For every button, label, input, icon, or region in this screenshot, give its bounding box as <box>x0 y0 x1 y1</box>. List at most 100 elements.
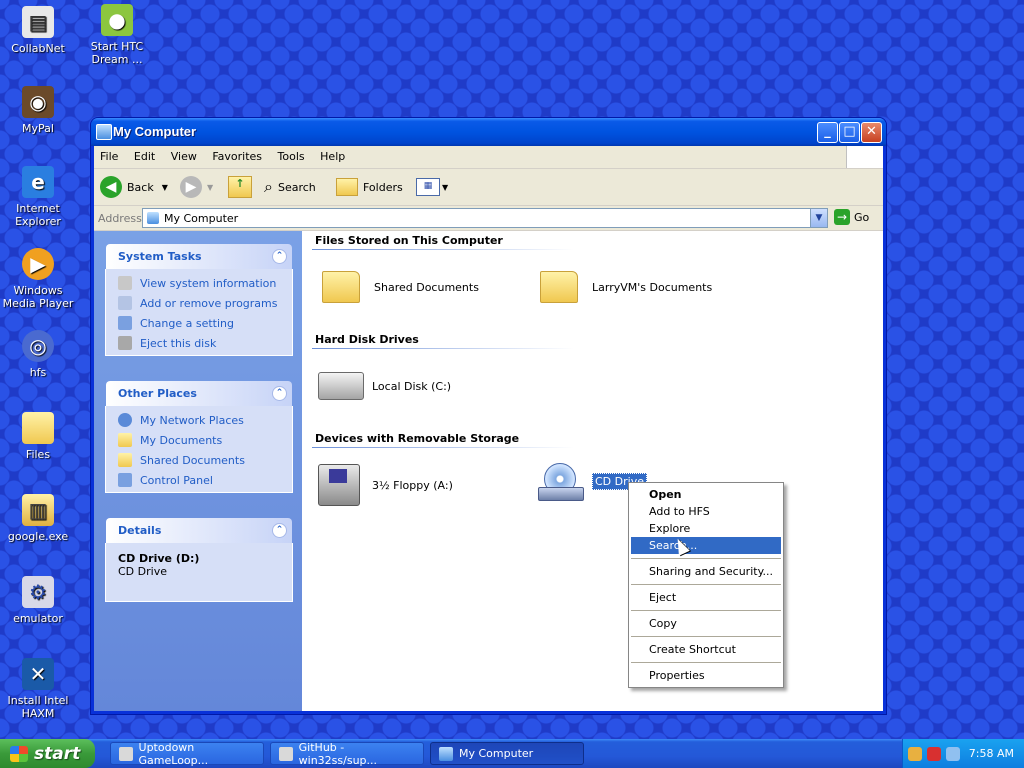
desktop-icon-internet-explorer[interactable]: e Internet Explorer <box>0 166 76 228</box>
task-view-system-information[interactable]: View system information <box>106 273 292 293</box>
desktop-icon-hfs[interactable]: ◎ hfs <box>0 330 76 379</box>
item-shared-documents[interactable]: Shared Documents <box>322 271 479 303</box>
menu-item-add-to-hfs[interactable]: Add to HFS <box>631 503 781 520</box>
address-input[interactable]: My Computer ▼ <box>142 208 828 228</box>
other-places-header[interactable]: Other Places ⌃ <box>106 381 292 406</box>
menu-item-create-shortcut[interactable]: Create Shortcut <box>631 641 781 658</box>
back-dropdown-icon[interactable]: ▼ <box>162 183 168 192</box>
address-bar: Address My Computer ▼ → Go <box>94 206 883 231</box>
minimize-button[interactable]: _ <box>817 122 838 143</box>
menu-bar: File Edit View Favorites Tools Help <box>94 146 883 169</box>
menu-favorites[interactable]: Favorites <box>206 146 268 163</box>
menu-view[interactable]: View <box>165 146 203 163</box>
desktop-icon-label: MyPal <box>22 122 54 135</box>
taskbar-button-uptodown[interactable]: Uptodown GameLoop... <box>110 740 264 767</box>
desktop-icon-mypal[interactable]: ◉ MyPal <box>0 86 76 135</box>
tray-app-icon[interactable] <box>907 746 922 761</box>
task-eject-disk[interactable]: Eject this disk <box>106 333 292 353</box>
place-control-panel[interactable]: Control Panel <box>106 470 292 490</box>
taskbar-button-my-computer[interactable]: My Computer <box>430 742 584 765</box>
content-pane: Files Stored on This Computer Shared Doc… <box>302 231 883 711</box>
item-label: 3½ Floppy (A:) <box>372 478 453 492</box>
hfs-icon: ◎ <box>22 330 54 362</box>
desktop-icon-collabnet[interactable]: ▤ CollabNet <box>0 6 76 55</box>
desktop-icon-label: google.exe <box>7 530 69 543</box>
item-larryvm-documents[interactable]: LarryVM's Documents <box>540 271 712 303</box>
menu-help[interactable]: Help <box>314 146 351 163</box>
app-icon <box>119 746 133 761</box>
item-label: Local Disk (C:) <box>372 379 452 393</box>
collapse-chevron-icon[interactable]: ⌃ <box>272 523 287 538</box>
task-add-remove-programs[interactable]: Add or remove programs <box>106 293 292 313</box>
system-tasks-title: System Tasks <box>118 250 202 263</box>
task-label: Change a setting <box>140 316 234 330</box>
place-my-network-places[interactable]: My Network Places <box>106 410 292 430</box>
desktop-icon-label: Windows Media Player <box>2 284 74 310</box>
details-title: Details <box>118 524 162 537</box>
up-folder-icon: ↑ <box>228 176 252 198</box>
menu-item-copy[interactable]: Copy <box>631 615 781 632</box>
menu-separator <box>631 558 781 559</box>
forward-dropdown-icon: ▼ <box>207 182 214 192</box>
menu-item-eject[interactable]: Eject <box>631 589 781 606</box>
desktop-icon-google-exe[interactable]: ▥ google.exe <box>0 494 76 543</box>
item-floppy-a[interactable]: 3½ Floppy (A:) <box>318 464 453 506</box>
details-panel: Details ⌃ CD Drive (D:) CD Drive <box>105 518 293 602</box>
clock: 7:58 AM <box>968 747 1014 760</box>
taskbar-label: My Computer <box>459 747 534 760</box>
desktop-icon-files[interactable]: Files <box>0 412 76 461</box>
folders-button[interactable]: Folders <box>336 175 403 199</box>
maximize-button[interactable]: □ <box>839 122 860 143</box>
menu-separator <box>631 636 781 637</box>
tray-shield-icon[interactable] <box>926 746 941 761</box>
address-dropdown-icon[interactable]: ▼ <box>810 209 827 227</box>
menu-item-search[interactable]: Search... <box>631 537 781 554</box>
close-button[interactable]: ✕ <box>861 122 882 143</box>
control-panel-icon <box>118 473 132 487</box>
up-folder-button[interactable]: ↑ <box>228 175 252 199</box>
go-button[interactable]: → Go <box>834 209 869 225</box>
desktop-icon-emulator[interactable]: ⚙ emulator <box>0 576 76 625</box>
views-button[interactable]: ▦ ▼ <box>416 175 448 199</box>
folders-icon <box>336 178 358 196</box>
cd-drive-icon <box>538 461 584 501</box>
folders-label: Folders <box>363 180 403 194</box>
details-header[interactable]: Details ⌃ <box>106 518 292 543</box>
desktop-icon-label: Start HTC Dream ... <box>90 40 144 66</box>
hard-disk-icon <box>318 372 364 400</box>
system-tasks-header[interactable]: System Tasks ⌃ <box>106 244 292 269</box>
back-label: Back <box>127 180 154 194</box>
menu-item-open[interactable]: Open <box>631 486 781 503</box>
task-change-setting[interactable]: Change a setting <box>106 313 292 333</box>
menu-edit[interactable]: Edit <box>128 146 161 163</box>
system-tasks-panel: System Tasks ⌃ View system information A… <box>105 244 293 356</box>
place-shared-documents[interactable]: Shared Documents <box>106 450 292 470</box>
item-local-disk-c[interactable]: Local Disk (C:) <box>318 372 451 400</box>
desktop-icon-install-intel-haxm[interactable]: ✕ Install Intel HAXM <box>0 658 76 720</box>
taskbar-label: Uptodown GameLoop... <box>138 740 209 767</box>
desktop-icon-windows-media-player[interactable]: ▶ Windows Media Player <box>0 248 76 310</box>
menu-file[interactable]: File <box>94 146 124 163</box>
desktop-icon-start-htc-dream[interactable]: ● Start HTC Dream ... <box>79 4 155 66</box>
taskbar-button-github[interactable]: GitHub - win32ss/sup... <box>270 741 424 767</box>
start-label: start <box>34 743 81 764</box>
collapse-chevron-icon[interactable]: ⌃ <box>272 386 287 401</box>
search-button[interactable]: ⌕ Search <box>264 175 316 199</box>
window-titlebar[interactable]: My Computer _ □ ✕ <box>91 118 886 146</box>
menu-item-explore[interactable]: Explore <box>631 520 781 537</box>
task-label: Add or remove programs <box>140 296 278 310</box>
item-label: LarryVM's Documents <box>592 280 713 294</box>
start-button[interactable]: start <box>0 739 95 768</box>
search-icon: ⌕ <box>264 177 273 196</box>
task-label: Eject this disk <box>140 336 217 350</box>
tray-network-icon[interactable] <box>945 746 960 761</box>
collapse-chevron-icon[interactable]: ⌃ <box>272 249 287 264</box>
menu-tools[interactable]: Tools <box>272 146 311 163</box>
windows-logo-icon <box>846 146 883 168</box>
back-button[interactable]: ◀ Back ▼ <box>100 175 168 199</box>
menu-item-properties[interactable]: Properties <box>631 667 781 684</box>
forward-arrow-icon: ▶ <box>180 176 202 198</box>
place-my-documents[interactable]: My Documents <box>106 430 292 450</box>
forward-button[interactable]: ▶ ▼ <box>180 175 213 199</box>
menu-item-sharing-security[interactable]: Sharing and Security... <box>631 563 781 580</box>
